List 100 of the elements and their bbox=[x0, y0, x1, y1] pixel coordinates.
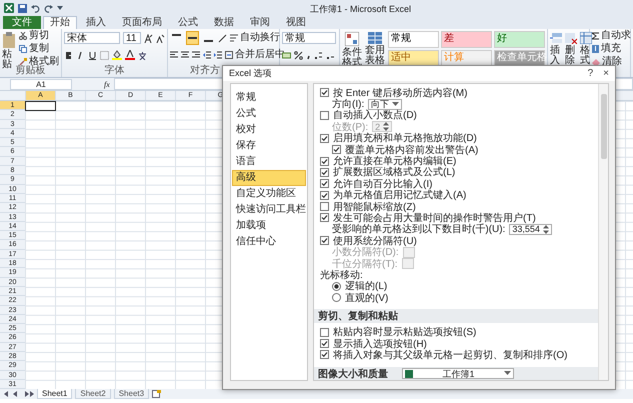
ribbon-tab[interactable]: 视图 bbox=[279, 16, 313, 29]
font-size-dropdown[interactable]: 11 bbox=[123, 32, 141, 44]
copy-button[interactable]: 复制 bbox=[19, 44, 59, 54]
increase-indent-icon[interactable] bbox=[214, 51, 222, 59]
category-item[interactable]: 保存 bbox=[232, 138, 306, 154]
checkbox[interactable] bbox=[320, 110, 329, 120]
category-item[interactable]: 加载项 bbox=[232, 218, 306, 234]
cell-style-swatch[interactable]: 差 bbox=[441, 31, 492, 48]
checkbox[interactable] bbox=[332, 145, 341, 154]
percent-icon[interactable] bbox=[294, 50, 303, 60]
vertical-align-button[interactable] bbox=[186, 31, 199, 45]
checkbox[interactable] bbox=[320, 88, 329, 98]
cell-style-swatch[interactable]: 好 bbox=[494, 31, 545, 48]
workbook-dropdown[interactable]: 工作簿1 bbox=[402, 368, 514, 380]
spreadsheet-logo-icon[interactable] bbox=[4, 3, 14, 13]
checkbox[interactable] bbox=[320, 134, 329, 143]
category-item[interactable]: 公式 bbox=[232, 106, 306, 122]
category-item[interactable]: 常规 bbox=[232, 90, 306, 106]
ribbon-tab[interactable]: 审阅 bbox=[243, 16, 277, 29]
number-format-dropdown[interactable]: 常规 bbox=[282, 32, 336, 44]
insert-cells-button[interactable]: 插入 bbox=[550, 31, 562, 66]
option-label: 直观的(V) bbox=[345, 292, 388, 305]
option-label: 发生可能会占用大量时间的操作时警告用户(T) bbox=[333, 212, 536, 224]
direction-dropdown[interactable]: 向下 bbox=[368, 98, 402, 110]
sheet-tab[interactable]: Sheet2 bbox=[75, 389, 111, 400]
format-cells-button[interactable]: 格式 bbox=[580, 31, 592, 66]
selected-cell[interactable] bbox=[25, 101, 56, 111]
wrap-icon bbox=[230, 34, 238, 42]
checkbox[interactable] bbox=[320, 350, 329, 360]
delete-cells-button[interactable]: 删除 bbox=[565, 31, 577, 66]
shrink-font-icon[interactable] bbox=[156, 34, 165, 42]
ribbon-tab[interactable]: 插入 bbox=[79, 16, 113, 29]
insert-function-button[interactable]: fx bbox=[104, 80, 110, 88]
increase-decimal-icon[interactable] bbox=[314, 50, 323, 60]
checkbox[interactable] bbox=[320, 213, 329, 222]
radio-button[interactable] bbox=[332, 282, 341, 291]
align-center-icon[interactable] bbox=[181, 51, 189, 59]
ribbon-tab[interactable]: 数据 bbox=[207, 16, 241, 29]
sheet-tab[interactable]: Sheet1 bbox=[37, 389, 72, 400]
number-spinner[interactable]: 33,554 bbox=[509, 224, 552, 235]
underline-icon[interactable] bbox=[88, 50, 97, 60]
wrap-text-button[interactable]: 自动换行 bbox=[230, 33, 280, 43]
category-item[interactable]: 自定义功能区 bbox=[232, 186, 306, 202]
checkbox[interactable] bbox=[320, 179, 329, 188]
save-icon[interactable] bbox=[18, 4, 27, 12]
ribbon-tab[interactable]: 页面布局 bbox=[115, 16, 169, 29]
checkbox[interactable] bbox=[320, 328, 329, 337]
new-sheet-icon[interactable] bbox=[152, 390, 162, 398]
name-box[interactable]: A1 bbox=[10, 78, 72, 90]
font-name-dropdown[interactable]: 宋体 bbox=[64, 32, 120, 44]
category-item[interactable]: 校对 bbox=[232, 122, 306, 138]
decrease-indent-icon[interactable] bbox=[203, 51, 211, 59]
option-label: 光标移动: bbox=[320, 268, 363, 281]
ribbon-tab[interactable]: 开始 bbox=[43, 16, 77, 29]
checkbox[interactable] bbox=[320, 168, 329, 177]
ribbon-tab[interactable]: 公式 bbox=[171, 16, 205, 29]
checkbox[interactable] bbox=[320, 202, 329, 212]
paste-button[interactable]: 粘贴 bbox=[2, 31, 16, 70]
fill-color-icon[interactable] bbox=[112, 50, 122, 60]
undo-icon[interactable] bbox=[31, 4, 40, 12]
category-item[interactable]: 高级 bbox=[232, 170, 306, 186]
align-left-icon[interactable] bbox=[170, 51, 178, 59]
cell-style-swatch[interactable]: 常规 bbox=[388, 31, 439, 48]
fill-button[interactable]: 填充 bbox=[592, 44, 621, 54]
clear-button[interactable]: 清除 bbox=[592, 57, 622, 67]
category-item[interactable]: 信任中心 bbox=[232, 234, 306, 250]
option-label: 按 Enter 键后移动所选内容(M) bbox=[333, 86, 468, 99]
redo-icon[interactable] bbox=[44, 4, 53, 12]
close-button[interactable]: × bbox=[603, 68, 609, 80]
align-right-icon[interactable] bbox=[192, 51, 200, 59]
checkbox[interactable] bbox=[320, 190, 329, 200]
option-label: 覆盖单元格内容前发出警告(A) bbox=[345, 144, 478, 156]
ribbon-tab[interactable]: 文件 bbox=[3, 16, 41, 29]
sigma-icon bbox=[592, 32, 599, 40]
option-label: 扩展数据区域格式及公式(L) bbox=[333, 166, 456, 178]
sheet-nav-arrows-icon[interactable] bbox=[4, 391, 34, 398]
customize-caret-icon[interactable] bbox=[57, 6, 63, 10]
help-button[interactable]: ? bbox=[588, 68, 594, 80]
autosum-button[interactable]: 自动求 bbox=[592, 31, 631, 41]
scrollbar[interactable] bbox=[598, 84, 608, 380]
sheet-tab[interactable]: Sheet3 bbox=[114, 389, 150, 400]
category-item[interactable]: 快速访问工具栏 bbox=[232, 202, 306, 218]
grow-font-icon[interactable] bbox=[144, 34, 153, 42]
format-painter-button[interactable]: 格式刷 bbox=[19, 57, 59, 67]
orientation-icon[interactable] bbox=[218, 34, 227, 42]
format-grid-icon bbox=[580, 32, 592, 44]
copy-icon bbox=[19, 45, 27, 53]
radio-button[interactable] bbox=[332, 293, 341, 302]
checkbox[interactable] bbox=[320, 236, 329, 246]
checkbox[interactable] bbox=[320, 156, 329, 166]
cut-button[interactable]: 剪切 bbox=[19, 31, 59, 41]
option-label: 用智能鼠标缩放(Z) bbox=[333, 200, 416, 213]
font-color-icon[interactable] bbox=[125, 50, 135, 60]
border-icon[interactable] bbox=[100, 50, 109, 60]
bold-icon[interactable] bbox=[64, 50, 73, 60]
spreadsheet-icon bbox=[405, 370, 413, 378]
category-item[interactable]: 语言 bbox=[232, 154, 306, 170]
phonetic-icon[interactable] bbox=[138, 50, 147, 60]
checkbox[interactable] bbox=[320, 339, 329, 348]
option-label: 启用填充柄和单元格拖放功能(D) bbox=[333, 132, 477, 144]
